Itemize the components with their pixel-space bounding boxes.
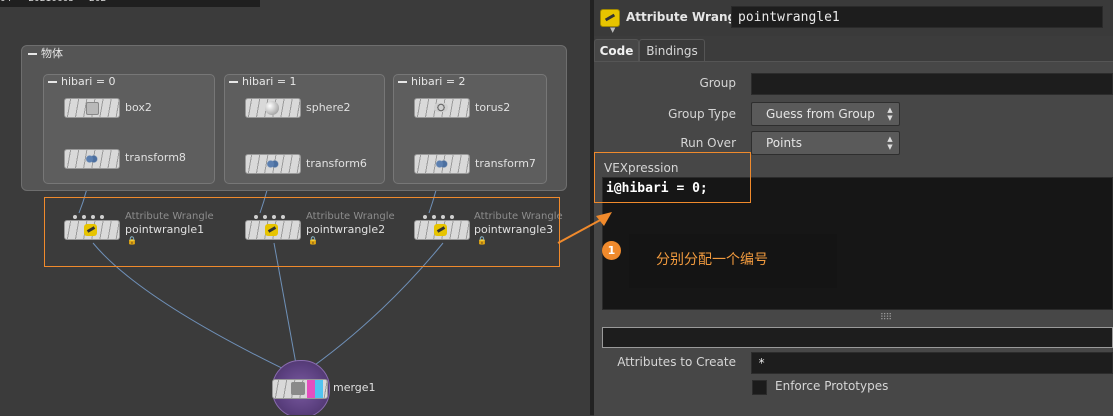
editor-status-field[interactable] [602, 327, 1113, 348]
tab-bindings[interactable]: Bindings [639, 39, 705, 62]
updown-arrows-icon: ▲ ▼ [887, 135, 893, 151]
box-icon [86, 102, 99, 115]
collapse-icon[interactable] [48, 81, 57, 83]
group-field[interactable] [751, 73, 1113, 95]
node-box2[interactable] [64, 98, 120, 118]
group-type-label: Group Type [668, 107, 736, 121]
network-box-title: 物体 [41, 47, 63, 60]
network-box-header[interactable]: hibari = 0 [48, 75, 116, 88]
collapse-icon[interactable] [28, 53, 37, 55]
houdini-window: 04 20210605 202 物体 [0, 0, 1113, 416]
network-editor[interactable]: 04 20210605 202 物体 [0, 0, 590, 415]
node-merge1[interactable] [272, 379, 328, 399]
transform-icon [84, 152, 98, 166]
group-type-menu[interactable]: Guess from Group ▲ ▼ [751, 102, 900, 126]
group-type-value: Guess from Group [766, 107, 875, 121]
node-label: torus2 [475, 101, 511, 114]
updown-arrows-icon: ▲ ▼ [887, 106, 893, 122]
enforce-prototypes-label: Enforce Prototypes [775, 379, 889, 393]
enforce-prototypes-checkbox[interactable] [752, 380, 767, 395]
node-label: transform8 [125, 151, 186, 164]
render-flag[interactable] [315, 380, 323, 398]
network-box-header[interactable]: hibari = 1 [229, 75, 297, 88]
torus-icon [434, 103, 448, 112]
network-box-header[interactable]: hibari = 2 [398, 75, 466, 88]
node-label: box2 [125, 101, 152, 114]
parameter-header: ▼ Attribute Wrangle pointwrangle1 [594, 0, 1113, 36]
transform-icon [265, 157, 279, 171]
node-name-field[interactable]: pointwrangle1 [731, 6, 1103, 28]
run-over-menu[interactable]: Points ▲ ▼ [751, 131, 900, 155]
annotation-note: 分别分配一个编号 [656, 252, 768, 268]
resize-grip-icon[interactable]: ⠿⠿ [880, 313, 892, 323]
network-box-title: hibari = 1 [242, 75, 297, 88]
group-label: Group [699, 76, 736, 90]
tab-code[interactable]: Code [594, 39, 639, 62]
node-transform7[interactable] [414, 154, 470, 174]
run-over-label: Run Over [680, 136, 736, 150]
chevron-down-icon[interactable]: ▼ [610, 26, 615, 34]
node-label: merge1 [333, 381, 376, 394]
run-over-value: Points [766, 136, 803, 150]
highlight-frame-vex [594, 152, 751, 203]
sphere-icon [265, 101, 279, 115]
attributes-to-create-label: Attributes to Create [617, 355, 736, 369]
node-sphere2[interactable] [245, 98, 301, 118]
node-transform8[interactable] [64, 149, 120, 169]
collapse-icon[interactable] [398, 81, 407, 83]
highlight-frame-wrangles [44, 197, 560, 267]
node-torus2[interactable] [414, 98, 470, 118]
merge-icon [291, 382, 305, 395]
wrangle-icon[interactable] [600, 9, 620, 27]
parameter-pane: ▼ Attribute Wrangle pointwrangle1 Code B… [594, 0, 1113, 416]
network-box-header[interactable]: 物体 [28, 46, 63, 61]
node-transform6[interactable] [245, 154, 301, 174]
node-label: transform7 [475, 157, 536, 170]
network-box-title: hibari = 0 [61, 75, 116, 88]
node-label: transform6 [306, 157, 367, 170]
node-label: sphere2 [306, 101, 351, 114]
display-flag[interactable] [307, 380, 315, 398]
editor-divider [602, 309, 1113, 310]
annotation-badge: 1 [602, 241, 621, 260]
collapse-icon[interactable] [229, 81, 238, 83]
attributes-to-create-field[interactable]: * [751, 352, 1113, 374]
transform-icon [434, 157, 448, 171]
network-box-title: hibari = 2 [411, 75, 466, 88]
